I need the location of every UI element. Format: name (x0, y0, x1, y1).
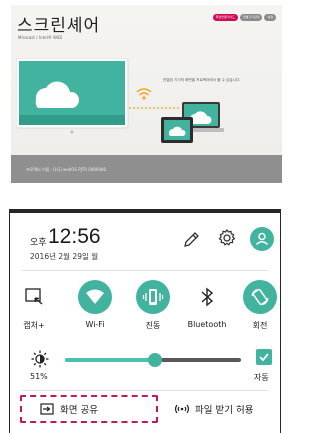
user-account-icon[interactable] (250, 227, 274, 251)
brightness-percent: 51% (30, 372, 48, 381)
wifi-signal-icon (136, 88, 152, 100)
toggle-rotation-label: 회전 (252, 321, 268, 330)
screen-share-label: 화면 공유 (60, 405, 98, 416)
rotation-icon (243, 280, 277, 314)
wireless-transfer-icon (174, 404, 190, 414)
toggle-vibration-label: 진동 (145, 321, 161, 330)
connection-dots-icon (129, 107, 179, 109)
screen-share-button[interactable]: 화면 공유 (40, 402, 98, 416)
quick-toggle-row: 캡처+ Wi-Fi 진동 Bluetooth 회전 (10, 280, 280, 340)
toggle-wifi-label: Wi-Fi (85, 320, 105, 329)
clock-time: 12:56 (48, 225, 101, 248)
toggle-capture-label: 캡처+ (23, 321, 45, 330)
toggle-wifi[interactable]: Wi-Fi (70, 280, 120, 329)
tv-illustration-icon (16, 58, 129, 134)
tv-title: 스크린셰어 (17, 16, 101, 36)
brightness-slider-thumb[interactable] (147, 353, 162, 367)
divider (22, 270, 268, 271)
brightness-icon (31, 350, 49, 368)
toggle-capture[interactable]: 캡처+ (9, 280, 59, 331)
file-receive-button[interactable]: 파일 받기 허용 (174, 402, 253, 416)
tv-settings-button[interactable]: 설정 (264, 14, 276, 21)
gear-icon[interactable] (216, 228, 238, 248)
toggle-bluetooth-label: Bluetooth (187, 320, 227, 329)
toggle-vibration[interactable]: 진동 (128, 280, 178, 331)
wifi-icon (78, 280, 112, 314)
toggle-rotation[interactable]: 회전 (235, 280, 285, 331)
brightness-row: 51% 자동 (10, 347, 280, 387)
action-row: 화면 공유 파일 받기 허용 (10, 395, 280, 425)
tv-guide-button[interactable]: 화면연결가이드 (212, 14, 238, 21)
auto-brightness-label: 자동 (254, 373, 269, 382)
capture-icon (17, 280, 51, 314)
tablet-icon (161, 117, 193, 143)
screen-share-icon (40, 403, 54, 415)
pencil-icon[interactable] (181, 230, 201, 250)
tv-description: 연결된 기기의 화면을 프로젝터에서 볼 수 있습니다. (163, 78, 241, 82)
phone-quick-settings-panel: 오후 12:56 2016년 2월 29일 월 캡처+ Wi-Fi 진동 Blu… (9, 209, 281, 433)
tv-projector-name: 프로젝터 이름 : [LG] webOS PJTR 0000000 (26, 167, 107, 172)
brightness-slider[interactable] (65, 353, 241, 367)
vibration-icon (136, 280, 170, 314)
checkmark-icon (259, 353, 269, 362)
bluetooth-icon (190, 280, 224, 314)
tv-subtitle: Miracast / Intel® WiDi (18, 35, 63, 40)
tv-footer: 프로젝터 이름 : [LG] webOS PJTR 0000000 (11, 155, 282, 183)
auto-brightness-checkbox[interactable] (256, 349, 272, 365)
tv-device-manage-button[interactable]: 연결기기관리 (239, 14, 263, 21)
brightness-slider-fill (65, 358, 155, 362)
divider (22, 390, 268, 391)
am-pm-label: 오후 (30, 238, 47, 248)
tv-button-group: 화면연결가이드 연결기기관리 설정 (212, 14, 276, 21)
date-label: 2016년 2월 29일 월 (30, 252, 99, 261)
tv-screen-share-screenshot: 스크린셰어 Miracast / Intel® WiDi 화면연결가이드 연결기… (11, 5, 282, 183)
file-receive-label: 파일 받기 허용 (195, 405, 254, 416)
toggle-bluetooth[interactable]: Bluetooth (182, 280, 232, 329)
